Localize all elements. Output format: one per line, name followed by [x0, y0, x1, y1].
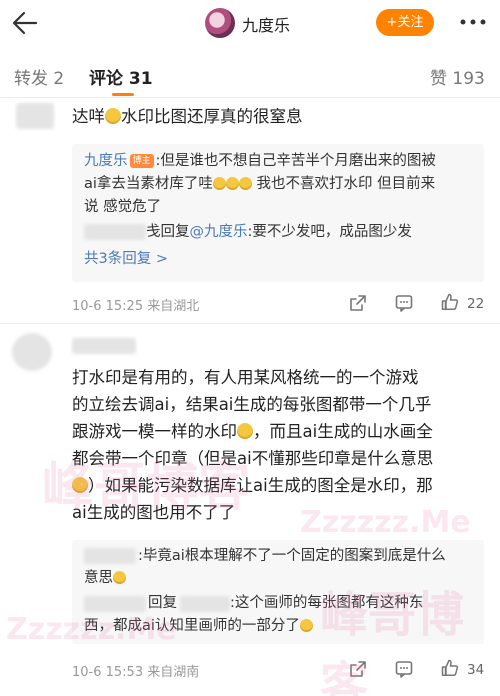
- more-replies-link[interactable]: 共3条回复 >: [84, 248, 168, 270]
- tab-bar: 转发 2 评论 31 赞 193: [0, 46, 500, 98]
- reply-line: :这个画师的每张图都有这种东: [230, 595, 424, 611]
- comment-text: 达咩 水印比图还厚真的很窒息: [72, 104, 303, 130]
- comment-text-part: 跟游戏一模一样的水印: [72, 422, 237, 441]
- reply-line: :毕竟ai根本理解不了一个固定的图案到底是什么: [138, 548, 446, 564]
- reply-line: 戋回复@九度乐:要不少发吧，成品图少发: [146, 221, 412, 243]
- commenter-avatar-blurred[interactable]: [12, 333, 52, 371]
- commenter-avatar-blurred[interactable]: [16, 103, 54, 129]
- comment-text: ai生成的图也用不了了: [72, 503, 236, 522]
- comment-meta: 10-6 15:53 来自湖南: [72, 665, 200, 680]
- author-avatar[interactable]: [205, 8, 235, 38]
- author-badge: 博主: [129, 154, 154, 168]
- mention-link[interactable]: @九度乐: [190, 224, 248, 240]
- comment-divider: [0, 323, 500, 324]
- reply-user-blurred[interactable]: [84, 224, 146, 240]
- reply-user-blurred[interactable]: [84, 596, 146, 612]
- emoji-icon: [212, 177, 226, 190]
- reply-line: 回复: [148, 595, 177, 611]
- reply-text: :但是谁也不想自己辛苦半个月磨出来的图被: [155, 153, 436, 169]
- like-icon[interactable]: [440, 292, 460, 312]
- comment-text: ）如果能污染数据库让ai生成的图全是水印，那: [72, 472, 492, 499]
- comment-icon[interactable]: [394, 293, 414, 313]
- tab-comments[interactable]: 评论 31: [89, 64, 153, 89]
- commenter-name-blurred[interactable]: [72, 338, 136, 354]
- tab-repost[interactable]: 转发 2: [14, 64, 64, 89]
- reply-text: :要不少发吧，成品图少发: [247, 224, 412, 240]
- reply-line: 西，都成ai认知里画师的一部分了: [84, 615, 313, 637]
- comment-text: 都会带一个印章（但是ai不懂那些印章是什么意思: [72, 449, 434, 468]
- reply-box[interactable]: 九度乐 博主:但是谁也不想自己辛苦半个月磨出来的图被 ai拿去当素材库了哇 我也不…: [72, 144, 484, 282]
- emoji-icon: [299, 619, 313, 632]
- comment-text-part: 水印比图还厚真的很窒息: [121, 107, 303, 126]
- comment-text-part: ）如果能污染数据库让ai生成的图全是水印，那: [88, 476, 433, 495]
- author-name[interactable]: 九度乐: [242, 12, 290, 36]
- follow-button[interactable]: +关注: [376, 9, 434, 36]
- comment-meta: 10-6 15:25 来自湖北: [72, 299, 200, 314]
- reply-text: ai拿去当素材库了哇: [84, 176, 213, 192]
- reply-line: ai拿去当素材库了哇 我也不喜欢打水印 但目前来: [84, 173, 480, 195]
- reply-text: 我也不喜欢打水印 但目前来: [256, 176, 436, 192]
- reply-text: 意思: [84, 570, 113, 586]
- share-icon[interactable]: [348, 659, 368, 679]
- comment-text: 跟游戏一模一样的水印 ，而且ai生成的山水画全: [72, 418, 492, 445]
- like-icon[interactable]: [440, 658, 460, 678]
- emoji-icon: [105, 108, 121, 124]
- comment-text: 打水印是有用的，有人用某风格统一的一个游戏: [72, 368, 419, 387]
- tab-likes[interactable]: 赞 193: [430, 64, 485, 89]
- reply-text: 西，都成ai认知里画师的一部分了: [84, 618, 300, 634]
- reply-line: 说 感觉危了: [84, 196, 161, 218]
- reply-line: 意思: [84, 567, 126, 589]
- reply-line: 九度乐 博主:但是谁也不想自己辛苦半个月磨出来的图被: [84, 150, 480, 172]
- back-arrow-icon[interactable]: [10, 8, 40, 38]
- emoji-icon: [225, 177, 239, 190]
- tab-underline: [112, 93, 134, 96]
- like-count: 34: [467, 662, 485, 678]
- more-dots-icon[interactable]: [458, 12, 488, 32]
- comment-text-part: ，而且ai生成的山水画全: [253, 422, 433, 441]
- emoji-icon: [113, 571, 126, 584]
- emoji-icon: [72, 477, 88, 493]
- reply-text: 戋回复: [146, 224, 190, 240]
- comment-text-part: 达咩: [72, 107, 105, 126]
- emoji-icon: [237, 423, 253, 439]
- top-bar: 九度乐 +关注: [0, 0, 500, 46]
- reply-user-blurred[interactable]: [84, 548, 136, 564]
- like-count: 22: [467, 296, 485, 312]
- reply-user-blurred[interactable]: [180, 596, 230, 612]
- reply-text: 说 感觉危了: [84, 199, 162, 215]
- comment-text: 的立绘去调ai，结果ai生成的每张图都带一个几乎: [72, 395, 432, 414]
- share-icon[interactable]: [348, 293, 368, 313]
- emoji-icon: [238, 177, 252, 190]
- reply-author[interactable]: 九度乐: [84, 153, 128, 169]
- comment-icon[interactable]: [394, 659, 414, 679]
- reply-box[interactable]: :毕竟ai根本理解不了一个固定的图案到底是什么 意思 回复 :这个画师的每张图都…: [72, 540, 484, 644]
